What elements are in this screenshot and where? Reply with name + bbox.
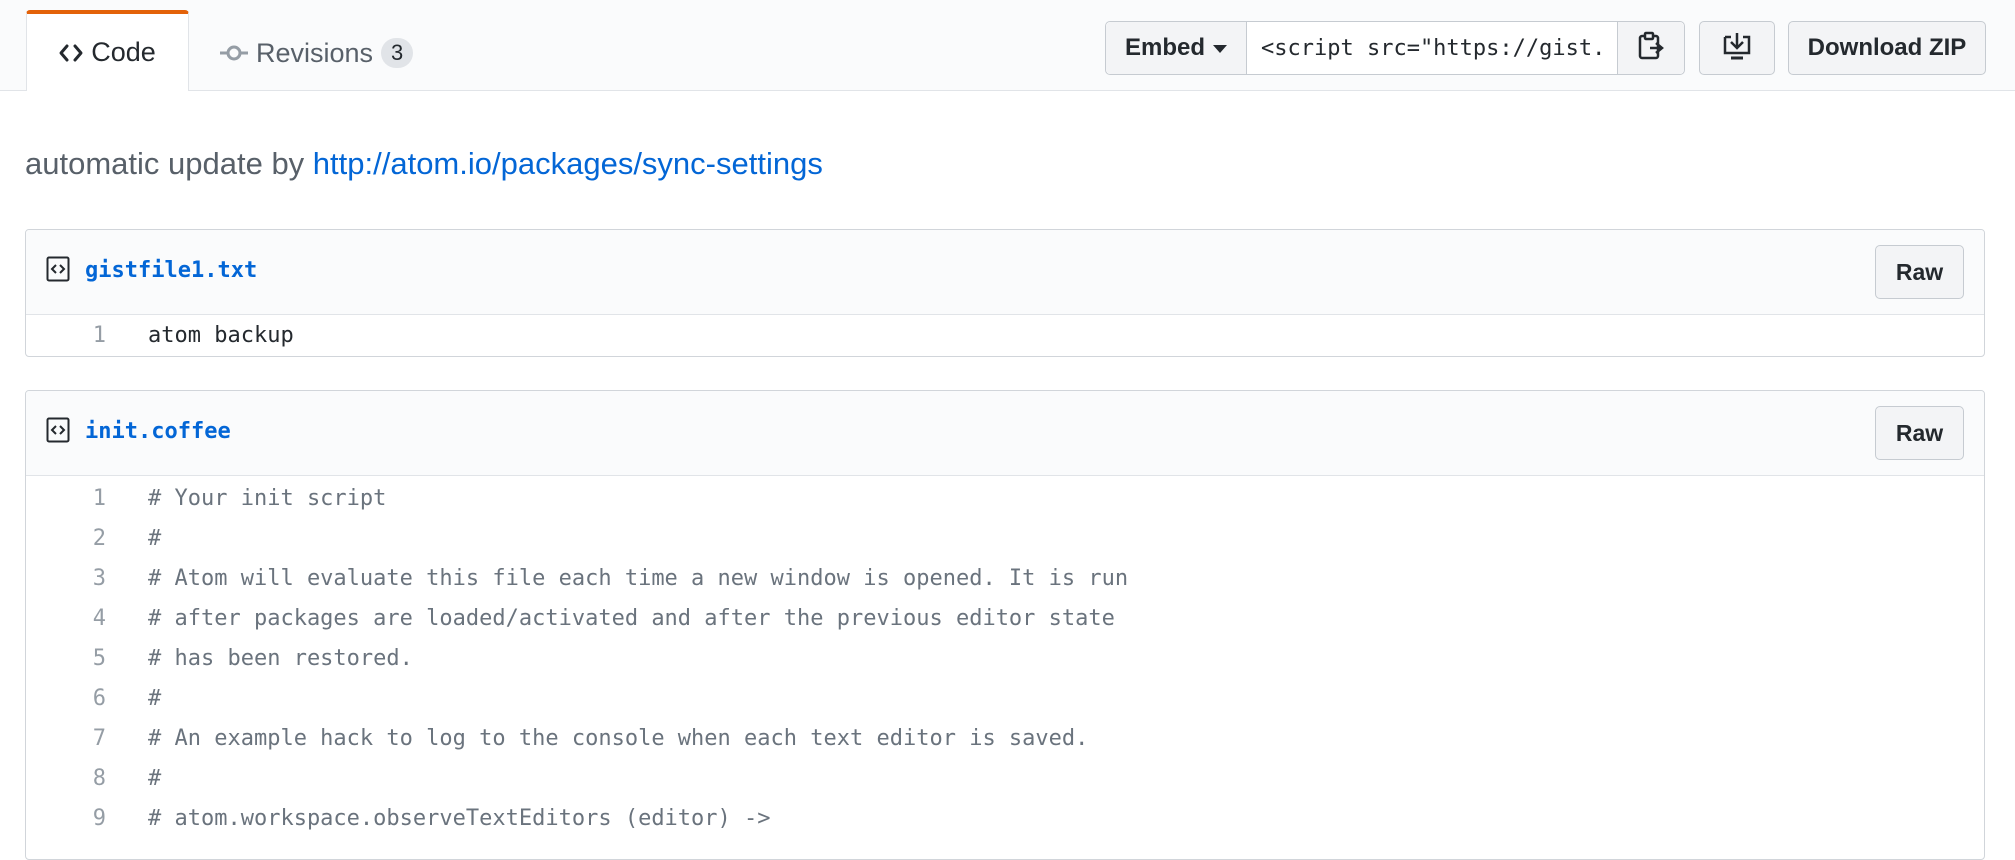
description-text: automatic update by [25,146,313,181]
code-line: 1 # Your init script [26,478,1984,518]
embed-url-input[interactable] [1247,22,1617,74]
code-line: 8 # [26,758,1984,798]
embed-dropdown-button[interactable]: Embed [1106,22,1247,74]
raw-button[interactable]: Raw [1875,245,1964,299]
line-number[interactable]: 4 [26,606,106,631]
line-content: # [148,525,162,551]
code-line: 3 # Atom will evaluate this file each tim… [26,558,1984,598]
embed-label: Embed [1124,34,1205,61]
tab-revisions-label: Revisions [256,37,374,68]
code-line: 1 atom backup [26,315,1984,355]
line-number[interactable]: 2 [26,526,106,551]
desktop-download-icon [1721,31,1753,66]
line-number[interactable]: 5 [26,646,106,671]
line-content: # [148,685,162,711]
line-content: # has been restored. [148,645,413,671]
file-code-icon [46,256,70,282]
tab-revisions[interactable]: Revisions 3 [220,22,414,84]
embed-clone-group: Embed [1105,21,1685,75]
clipboard-icon [1638,31,1664,66]
line-number[interactable]: 7 [26,726,106,751]
tab-code[interactable]: Code [26,10,189,91]
code-line: 5 # has been restored. [26,638,1984,678]
file-name-link[interactable]: gistfile1.txt [85,258,257,283]
line-number[interactable]: 8 [26,766,106,791]
line-number[interactable]: 1 [26,486,106,511]
file-box-init-coffee: init.coffee Raw 1 # Your init script 2 # 3… [25,390,1985,860]
line-content: # Your init script [148,485,387,511]
tab-code-label: Code [91,37,156,67]
caret-down-icon [1213,45,1227,53]
open-in-desktop-button[interactable] [1699,21,1775,75]
file-header: init.coffee Raw [26,391,1984,476]
code-line: 9 # atom.workspace.observeTextEditors (ed… [26,798,1984,838]
line-content: # Atom will evaluate this file each time… [148,565,1129,591]
code-line: 6 # [26,678,1984,718]
line-number[interactable]: 6 [26,686,106,711]
line-content: # atom.workspace.observeTextEditors (edi… [148,805,771,831]
code-icon [59,43,83,63]
code-line: 7 # An example hack to log to the console… [26,718,1984,758]
file-code-icon [46,417,70,443]
description-link[interactable]: http://atom.io/packages/sync-settings [313,146,823,181]
file-name-link[interactable]: init.coffee [85,419,231,444]
file-box-gistfile1: gistfile1.txt Raw 1 atom backup [25,229,1985,357]
line-content: # An example hack to log to the console … [148,725,1089,751]
file-header: gistfile1.txt Raw [26,230,1984,315]
code-line: 4 # after packages are loaded/activated a… [26,598,1984,638]
line-number[interactable]: 3 [26,566,106,591]
gist-description: automatic update by http://atom.io/packa… [25,146,823,182]
code-line: 2 # [26,518,1984,558]
gist-header-bar: Code Revisions 3 Embed Download ZIP [0,0,2015,91]
line-content: atom backup [148,322,294,348]
code-body: 1 # Your init script 2 # 3 # Atom will eval… [26,476,1984,838]
raw-button[interactable]: Raw [1875,406,1964,460]
line-number[interactable]: 9 [26,806,106,831]
download-zip-button[interactable]: Download ZIP [1788,21,1986,75]
git-commit-icon [220,43,248,63]
revisions-count-badge: 3 [381,38,414,68]
line-number[interactable]: 1 [26,323,106,348]
copy-to-clipboard-button[interactable] [1617,22,1684,74]
line-content: # [148,765,162,791]
line-content: # after packages are loaded/activated an… [148,605,1115,631]
